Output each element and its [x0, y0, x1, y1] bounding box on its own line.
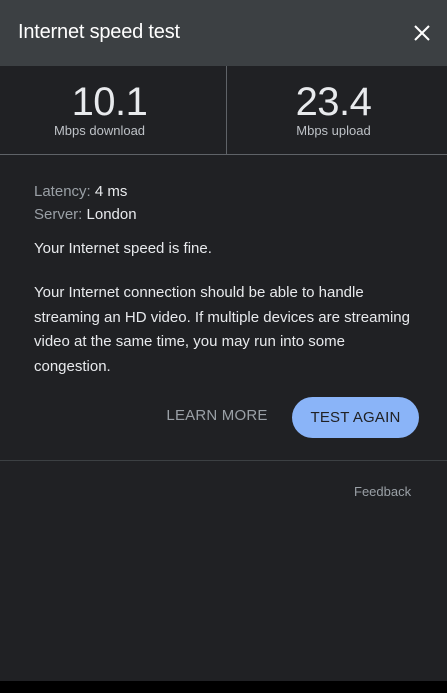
latency-row: Latency: 4 ms	[34, 180, 137, 203]
server-row: Server: London	[34, 203, 137, 226]
panel-title: Internet speed test	[18, 21, 180, 43]
speed-status: Your Internet speed is fine.	[34, 240, 212, 257]
server-value: London	[86, 206, 137, 223]
upload-label: Mbps upload	[296, 123, 371, 138]
latency-label: Latency:	[34, 183, 91, 200]
footer-divider	[0, 460, 447, 461]
latency-value: 4 ms	[94, 183, 128, 200]
connection-details: Latency: 4 ms Server: London	[34, 180, 137, 226]
upload-stat: 23.4 Mbps upload	[227, 66, 447, 154]
download-label: Mbps download	[53, 123, 146, 138]
speed-description: Your Internet connection should be able …	[34, 284, 410, 376]
server-label: Server:	[34, 206, 83, 223]
feedback-link[interactable]: Feedback	[354, 484, 411, 499]
upload-value: 23.4	[295, 80, 372, 124]
download-stat: 10.1 Mbps download	[0, 66, 226, 154]
speed-results: 10.1 Mbps download 23.4 Mbps upload	[0, 66, 447, 155]
test-again-button[interactable]: TEST AGAIN	[292, 397, 419, 438]
panel-header: Internet speed test	[0, 0, 447, 66]
close-icon	[414, 25, 430, 41]
close-button[interactable]	[405, 16, 439, 50]
learn-more-button[interactable]: LEARN MORE	[160, 400, 274, 432]
speed-test-panel: Internet speed test 10.1 Mbps download 2…	[0, 0, 447, 681]
download-value: 10.1	[71, 80, 148, 124]
